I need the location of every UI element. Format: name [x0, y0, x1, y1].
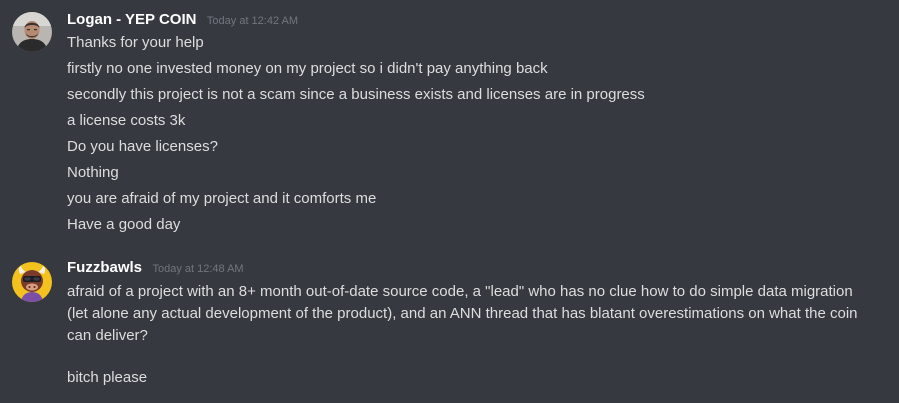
- message-text: Have a good day: [67, 216, 181, 233]
- bull-mascot-avatar-icon: [12, 262, 52, 302]
- message-text: bitch please: [67, 369, 148, 386]
- author-name[interactable]: Fuzzbawls: [67, 259, 142, 276]
- message-text: a license costs 3k: [67, 112, 186, 129]
- message-header: Fuzzbawls Today at 12:48 AM: [67, 259, 244, 279]
- message-text: afraid of a project with an 8+ month out…: [67, 283, 858, 344]
- avatar[interactable]: [12, 262, 52, 302]
- message-text: secondly this project is not a scam sinc…: [67, 86, 645, 103]
- avatar[interactable]: [12, 12, 52, 52]
- message-header: Logan - YEP COIN Today at 12:42 AM: [67, 11, 298, 31]
- message-text: Thanks for your help: [67, 34, 204, 51]
- message-text: firstly no one invested money on my proj…: [67, 60, 548, 77]
- message-text: you are afraid of my project and it comf…: [67, 190, 377, 207]
- author-name[interactable]: Logan - YEP COIN: [67, 11, 196, 28]
- message-text: Nothing: [67, 164, 119, 181]
- chat-message-list: Logan - YEP COIN Today at 12:42 AM Thank…: [0, 0, 899, 403]
- message-text: Do you have licenses?: [67, 138, 218, 155]
- message-timestamp[interactable]: Today at 12:48 AM: [152, 263, 243, 275]
- message-timestamp[interactable]: Today at 12:42 AM: [207, 15, 298, 27]
- user-photo-avatar-icon: [12, 12, 52, 52]
